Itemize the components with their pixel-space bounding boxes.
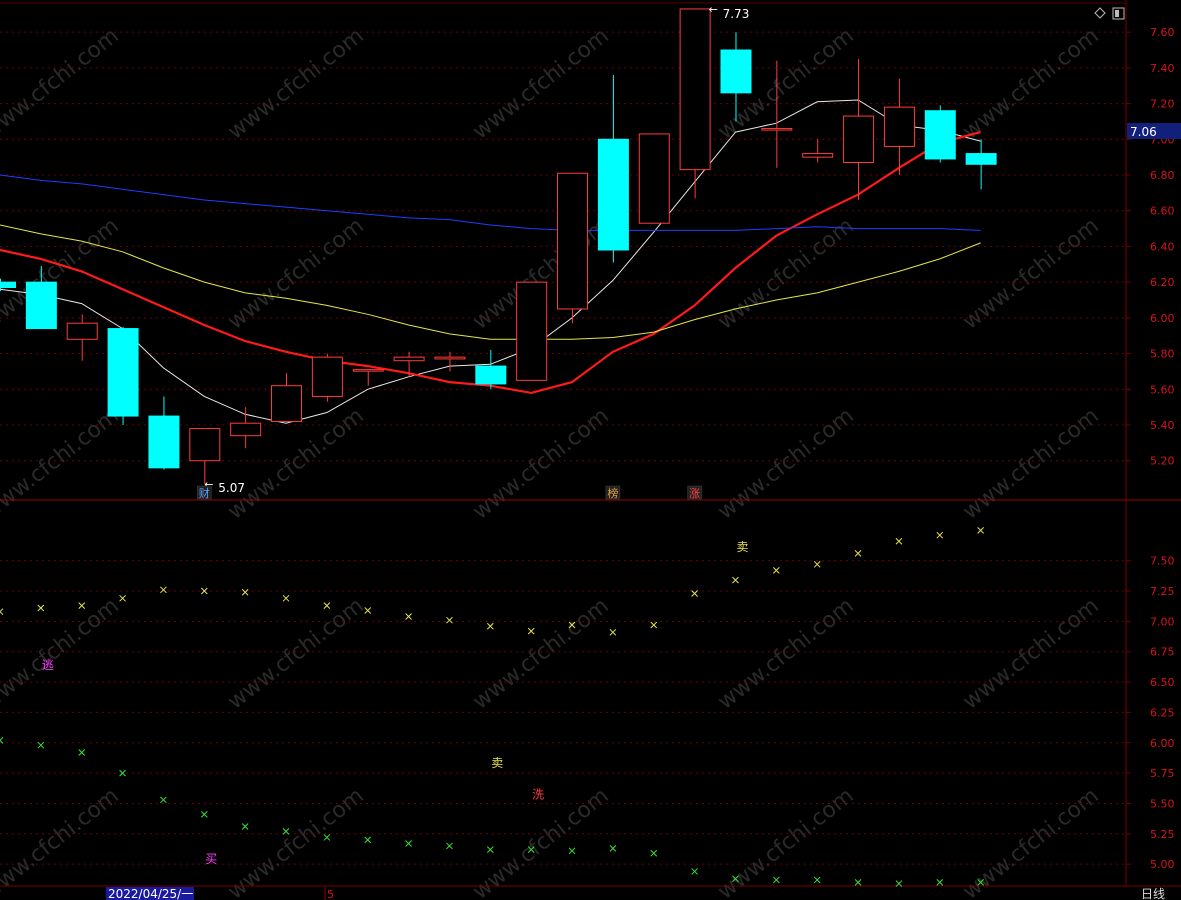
candle-body-up[interactable] [802,153,834,158]
candle-body-up[interactable] [557,172,589,310]
month-label: 5 [327,888,334,900]
indicator-tick-label: 7.50 [1150,555,1175,568]
candle-body-up[interactable] [679,8,711,171]
candle[interactable] [311,353,343,402]
candle[interactable] [679,8,711,199]
price-tick-label: 5.20 [1150,455,1175,468]
candle-body-down[interactable] [965,153,997,165]
price-tick-label: 6.80 [1150,169,1175,182]
indicator-tick-label: 5.00 [1150,858,1175,871]
period-button-label[interactable]: 日线 [1141,887,1165,900]
signal-label: 卖 [491,756,503,770]
signal-label: 卖 [736,540,748,554]
indicator-tick-label: 6.50 [1150,676,1175,689]
candle[interactable] [924,105,956,163]
event-label[interactable]: 榜 [607,486,618,500]
price-tick-label: 5.40 [1150,419,1175,432]
price-tick-label: 7.60 [1150,26,1175,39]
high-marker-label: 7.73 [723,7,750,21]
candle-body-up[interactable] [516,281,548,381]
high-arrow-icon: ← [709,3,718,16]
candle[interactable] [638,133,670,224]
indicator-tick-label: 6.00 [1150,737,1175,750]
signal-label: 逃 [42,658,54,672]
signal-label: 买 [205,852,217,866]
indicator-tick-label: 6.75 [1150,646,1175,659]
candle-body-down[interactable] [0,281,16,288]
candle-body-up[interactable] [434,356,466,360]
candle-body-up[interactable] [271,385,303,422]
price-tick-label: 7.40 [1150,62,1175,75]
signal-label: 洗 [532,788,544,802]
window-toggle-icon-fill [1115,10,1119,17]
stock-chart[interactable]: www.cfchi.com www.cfchi.com www.cfchi.com w… [0,0,1181,900]
candle-body-up[interactable] [352,369,384,372]
candle[interactable] [516,281,548,381]
price-tick-label: 6.20 [1150,276,1175,289]
candle-body-down[interactable] [148,415,180,469]
candle-body-up[interactable] [761,128,793,131]
indicator-tick-label: 5.50 [1150,797,1175,810]
price-tick-label: 5.80 [1150,348,1175,361]
candle[interactable] [107,326,139,425]
price-tick-label: 5.60 [1150,383,1175,396]
price-tick-label: 6.00 [1150,312,1175,325]
price-tick-label: 6.60 [1150,205,1175,218]
candle-body-down[interactable] [597,138,629,251]
price-tick-label: 6.40 [1150,240,1175,253]
indicator-tick-label: 6.25 [1150,706,1175,719]
candle-body-up[interactable] [311,356,343,397]
date-cursor-label: 2022/04/25/一 [108,887,193,900]
low-marker-label: 5.07 [218,481,245,495]
current-price-label: 7.06 [1130,125,1157,139]
indicator-tick-label: 7.00 [1150,615,1175,628]
candle-body-up[interactable] [393,356,425,362]
price-tick-label: 7.20 [1150,98,1175,111]
candle-body-up[interactable] [638,133,670,224]
candle-body-down[interactable] [107,328,139,417]
candle-body-down[interactable] [25,281,57,330]
candle-body-up[interactable] [230,422,262,437]
indicator-tick-label: 5.75 [1150,767,1175,780]
period-button[interactable]: 日线 [1130,887,1178,900]
event-label[interactable]: 涨 [689,487,700,500]
candle-body-up[interactable] [883,106,915,147]
candle-body-down[interactable] [475,365,507,385]
candle-body-up[interactable] [66,322,98,340]
candle-body-down[interactable] [924,110,956,160]
indicator-tick-label: 7.25 [1150,585,1175,598]
indicator-tick-label: 5.25 [1150,828,1175,841]
candle-body-down[interactable] [720,49,752,94]
candle-body-up[interactable] [843,115,875,163]
candle[interactable] [557,172,589,324]
event-label[interactable]: 财 [199,486,210,500]
candle-body-up[interactable] [189,428,221,462]
